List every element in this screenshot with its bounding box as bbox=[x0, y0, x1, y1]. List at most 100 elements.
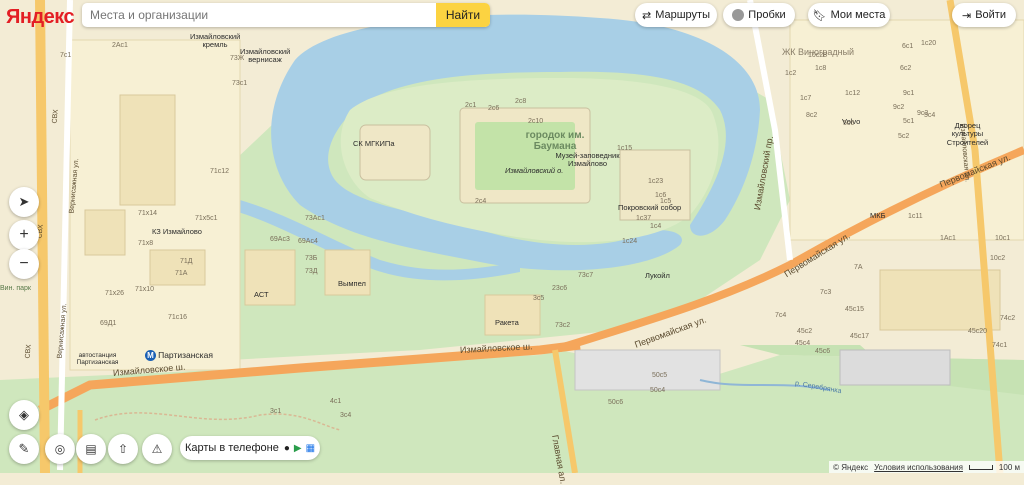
metro-icon: M bbox=[145, 350, 156, 361]
printer-icon: ▤ bbox=[85, 442, 97, 456]
my-places-button[interactable]: 🔖︎ Мои места bbox=[808, 3, 890, 27]
building-number: 45с2 bbox=[797, 328, 813, 335]
building-number: 2с1 bbox=[465, 102, 477, 109]
building-number: 1с12 bbox=[845, 90, 861, 97]
poi-gorodok[interactable]: городок им. Баумана bbox=[515, 130, 595, 152]
building-number: 8с2 bbox=[806, 112, 818, 119]
windows-icon: ▦ bbox=[305, 442, 316, 454]
building-number: 9с2 bbox=[893, 104, 905, 111]
building-number: 50с5 bbox=[652, 372, 668, 379]
building-number: 71с16 bbox=[168, 314, 188, 321]
poi-vernisazh[interactable]: Измайловский вернисаж bbox=[240, 47, 290, 65]
poi-partizanskaya[interactable]: M Партизанская bbox=[145, 350, 213, 361]
poi-mkb[interactable]: МКБ bbox=[870, 211, 886, 220]
scale-bar bbox=[968, 464, 993, 470]
copyright-bar: © Яндекс Условия использования 100 м bbox=[829, 461, 1024, 473]
building-number: 1с2 bbox=[785, 70, 797, 77]
routes-button[interactable]: ⇄ Маршруты bbox=[635, 3, 717, 27]
share-icon: ⇧ bbox=[117, 442, 129, 456]
layers-button[interactable]: ◈ bbox=[9, 400, 39, 430]
building-number: 71с12 bbox=[210, 168, 230, 175]
poi-ast[interactable]: АСТ bbox=[254, 290, 269, 299]
building-number: 71х8 bbox=[138, 240, 154, 247]
building-number: 73Ж bbox=[230, 55, 245, 62]
poi-lukoil[interactable]: Лукойл bbox=[645, 271, 670, 280]
building-number: 71А bbox=[175, 270, 188, 277]
terms-link[interactable]: Условия использования bbox=[874, 463, 963, 472]
building-number: 3с1 bbox=[270, 408, 282, 415]
building-number: 45с4 bbox=[795, 340, 811, 347]
building-number: 69Д1 bbox=[100, 320, 117, 327]
building-number: 5с4 bbox=[924, 112, 936, 119]
poi-dvorec[interactable]: Дворец культуры Строителей bbox=[940, 121, 995, 147]
poi-kreml[interactable]: Измайловский кремль bbox=[190, 32, 240, 50]
share-button[interactable]: ⇧ bbox=[108, 434, 138, 464]
poi-raketa[interactable]: Ракета bbox=[495, 318, 519, 327]
building-number: 71Д bbox=[180, 258, 193, 265]
traffic-button[interactable]: Пробки bbox=[723, 3, 795, 27]
report-button[interactable]: ⚠ bbox=[142, 434, 172, 464]
building-number: 69Ас4 bbox=[298, 238, 318, 245]
poi-museum[interactable]: Музей-заповедник Измайлово bbox=[555, 151, 620, 169]
building-number: 2с8 bbox=[515, 98, 527, 105]
building-number: 73Д bbox=[305, 268, 318, 275]
building-number: 9с1 bbox=[903, 90, 915, 97]
print-button[interactable]: ▤ bbox=[76, 434, 106, 464]
building-number: 7с4 bbox=[775, 312, 787, 319]
building-number: 1с20 bbox=[921, 40, 937, 47]
building-number: 3с5 bbox=[533, 295, 545, 302]
building-number: 45с20 bbox=[968, 328, 988, 335]
poi-partizanskaya-label: Партизанская bbox=[158, 350, 213, 360]
building-number: 10с1 bbox=[995, 235, 1011, 242]
building-number: 10с28 bbox=[808, 52, 828, 59]
panorama-button[interactable]: ◎ bbox=[45, 434, 75, 464]
building-number: 1с24 bbox=[622, 238, 638, 245]
login-button[interactable]: ⇥ Войти bbox=[952, 3, 1016, 27]
search-input[interactable] bbox=[82, 3, 436, 27]
building-number: 3с4 bbox=[340, 412, 352, 419]
geolocation-button[interactable]: ➤ bbox=[9, 187, 39, 217]
app-promo-button[interactable]: Карты в телефоне ● ▶ ▦ bbox=[180, 436, 320, 460]
ruler-button[interactable]: ✎ bbox=[9, 434, 39, 464]
building-number: 71х14 bbox=[138, 210, 158, 217]
building-number: 4с1 bbox=[330, 398, 342, 405]
poi-avtostanciya[interactable]: автостанция Партизанская bbox=[75, 352, 120, 366]
street-vin-park: Вин. парк bbox=[0, 285, 31, 292]
login-icon: ⇥ bbox=[961, 9, 972, 22]
building-number: 5с1 bbox=[903, 118, 915, 125]
building-number: 2с4 bbox=[475, 198, 487, 205]
building-number: 71х26 bbox=[105, 290, 125, 297]
traffic-icon bbox=[732, 9, 745, 21]
poi-vympel[interactable]: Вымпел bbox=[338, 279, 366, 288]
building-number: 1с4 bbox=[650, 223, 662, 230]
copyright: © Яндекс bbox=[833, 462, 869, 472]
poi-sk-mgkip[interactable]: СК МГКИПа bbox=[353, 139, 395, 148]
building-number: 45с6 bbox=[815, 348, 831, 355]
poi-cathedral[interactable]: Покровский собор bbox=[618, 203, 681, 212]
building-number: 73с7 bbox=[578, 272, 594, 279]
search-bar: Найти bbox=[82, 3, 490, 27]
building-number: 10с2 bbox=[990, 255, 1006, 262]
building-number: 1с23 bbox=[648, 178, 664, 185]
building-number: 45с15 bbox=[845, 306, 865, 313]
search-button[interactable]: Найти bbox=[436, 3, 490, 27]
poi-kz[interactable]: КЗ Измайлово bbox=[152, 227, 202, 236]
binoculars-icon: ◎ bbox=[54, 442, 66, 456]
building-number: 73с1 bbox=[232, 80, 248, 87]
yandex-logo[interactable]: Яндекс bbox=[6, 6, 75, 29]
zoom-in-button[interactable]: + bbox=[9, 220, 39, 250]
building-number: 69Ас3 bbox=[270, 236, 290, 243]
building-number: 23с6 bbox=[552, 285, 568, 292]
building-number: 50с6 bbox=[608, 399, 624, 406]
ruler-icon: ✎ bbox=[18, 441, 30, 456]
zoom-out-button[interactable]: − bbox=[9, 249, 39, 279]
building-number: 73Б bbox=[305, 255, 318, 262]
apple-icon: ● bbox=[283, 442, 290, 454]
building-number: 74с1 bbox=[992, 342, 1008, 349]
building-number: 71х10 bbox=[135, 286, 155, 293]
building-number: 2с6 bbox=[488, 105, 500, 112]
building-number: 5с6 bbox=[843, 120, 855, 127]
building-number: 45с17 bbox=[850, 333, 870, 340]
building-number: 73с2 bbox=[555, 322, 571, 329]
map-canvas[interactable] bbox=[0, 0, 1024, 473]
